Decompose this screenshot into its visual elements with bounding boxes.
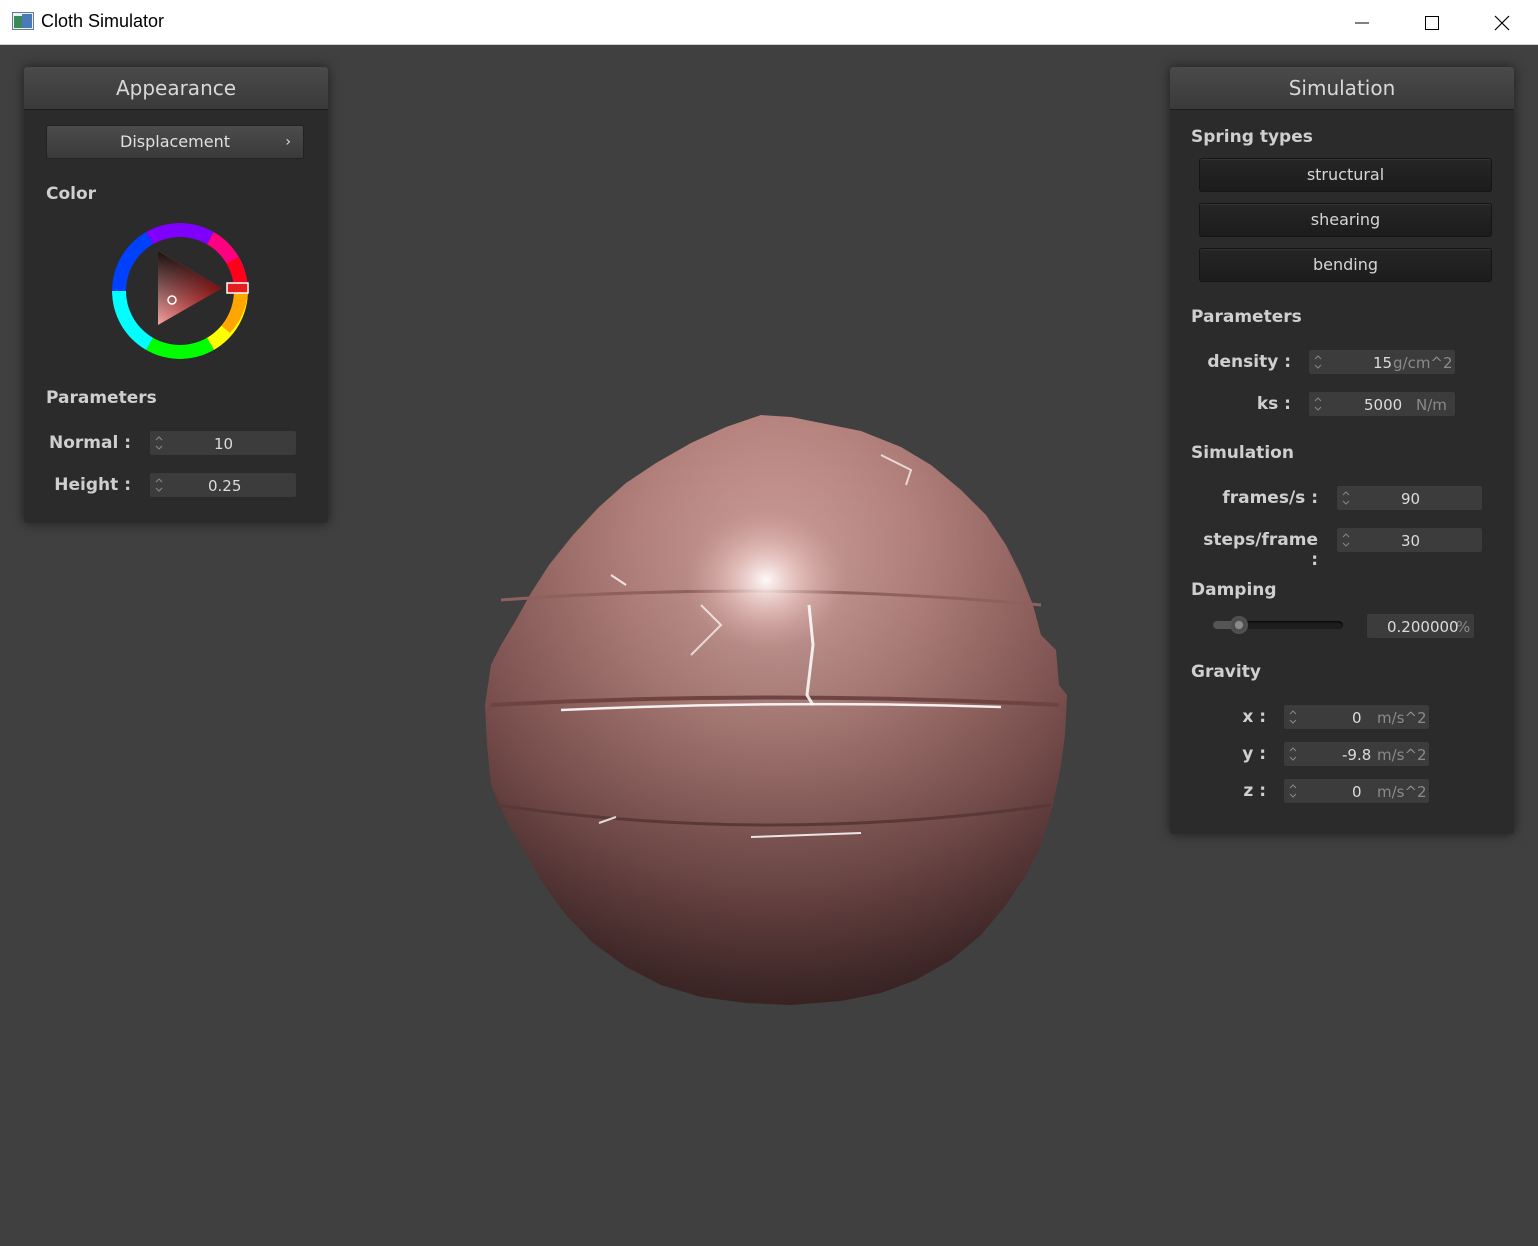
- ks-value: 5000: [1364, 396, 1403, 414]
- appearance-panel: Appearance Displacement › Color Paramete…: [24, 67, 328, 523]
- damping-label: Damping: [1191, 580, 1277, 600]
- color-label: Color: [46, 184, 97, 204]
- steps-input[interactable]: 30: [1336, 527, 1483, 553]
- steps-label: steps/frame :: [1203, 530, 1318, 570]
- spinner-icon[interactable]: [1288, 782, 1298, 800]
- shader-select-label: Displacement: [120, 132, 230, 151]
- gravity-x-label: x :: [1242, 707, 1266, 727]
- damping-value: 0.200000: [1387, 618, 1459, 636]
- gravity-z-value: 0: [1352, 783, 1362, 801]
- ks-unit: N/m: [1416, 396, 1447, 414]
- normal-label: Normal :: [48, 433, 131, 453]
- app-icon: [12, 12, 34, 30]
- gravity-y-input[interactable]: -9.8 m/s^2: [1283, 741, 1430, 767]
- damping-input[interactable]: 0.200000 %: [1366, 613, 1475, 639]
- density-input[interactable]: 15 g/cm^2: [1308, 349, 1456, 375]
- shader-select[interactable]: Displacement ›: [46, 125, 304, 159]
- gravity-x-value: 0: [1352, 709, 1362, 727]
- density-value: 15: [1373, 354, 1393, 372]
- slider-knob[interactable]: [1230, 616, 1248, 634]
- spinner-icon[interactable]: [154, 434, 164, 452]
- minimize-icon: [1355, 22, 1369, 23]
- ks-input[interactable]: 5000 N/m: [1308, 391, 1456, 417]
- height-value: 0.25: [208, 477, 242, 495]
- normal-input[interactable]: 10: [149, 430, 297, 456]
- color-wheel[interactable]: [110, 221, 250, 361]
- spring-types-label: Spring types: [1191, 127, 1313, 147]
- height-input[interactable]: 0.25: [149, 472, 297, 498]
- bending-button[interactable]: bending: [1199, 248, 1492, 282]
- fps-value: 90: [1401, 490, 1421, 508]
- gravity-y-value: -9.8: [1342, 746, 1372, 764]
- spinner-icon[interactable]: [1341, 531, 1351, 549]
- structural-button[interactable]: structural: [1199, 158, 1492, 192]
- density-label: density :: [1207, 352, 1291, 372]
- shearing-button[interactable]: shearing: [1199, 203, 1492, 237]
- gravity-label: Gravity: [1191, 662, 1261, 682]
- simulation-panel: Simulation Spring types structural shear…: [1170, 67, 1514, 834]
- gravity-z-input[interactable]: 0 m/s^2: [1283, 778, 1430, 804]
- close-icon: [1494, 15, 1510, 30]
- ks-label: ks :: [1256, 394, 1291, 414]
- gravity-unit: m/s^2: [1377, 783, 1427, 801]
- maximize-button[interactable]: [1397, 0, 1467, 45]
- close-button[interactable]: [1467, 0, 1537, 45]
- appearance-header: Appearance: [24, 67, 328, 110]
- gravity-z-label: z :: [1243, 781, 1266, 801]
- damping-unit: %: [1456, 618, 1471, 636]
- appearance-parameters-label: Parameters: [46, 388, 157, 408]
- minimize-button[interactable]: [1327, 0, 1397, 45]
- title-bar: Cloth Simulator: [0, 0, 1538, 45]
- spinner-icon[interactable]: [1313, 353, 1323, 371]
- maximize-icon: [1425, 15, 1439, 30]
- sim-parameters-label: Parameters: [1191, 307, 1302, 327]
- spinner-icon[interactable]: [1288, 708, 1298, 726]
- gravity-unit: m/s^2: [1377, 709, 1427, 727]
- normal-value: 10: [214, 435, 234, 453]
- steps-value: 30: [1401, 532, 1421, 550]
- gravity-x-input[interactable]: 0 m/s^2: [1283, 704, 1430, 730]
- density-unit: g/cm^2: [1393, 354, 1453, 372]
- simulation-section-label: Simulation: [1191, 443, 1294, 463]
- height-label: Height :: [54, 475, 131, 495]
- spinner-icon[interactable]: [1341, 489, 1351, 507]
- simulation-header: Simulation: [1170, 67, 1514, 110]
- gravity-y-label: y :: [1242, 744, 1266, 764]
- fps-label: frames/s :: [1222, 488, 1318, 508]
- fps-input[interactable]: 90: [1336, 485, 1483, 511]
- spinner-icon[interactable]: [154, 476, 164, 494]
- spinner-icon[interactable]: [1313, 395, 1323, 413]
- chevron-right-icon: ›: [285, 134, 291, 150]
- spinner-icon[interactable]: [1288, 745, 1298, 763]
- window-title: Cloth Simulator: [41, 11, 165, 31]
- gravity-unit: m/s^2: [1377, 746, 1427, 764]
